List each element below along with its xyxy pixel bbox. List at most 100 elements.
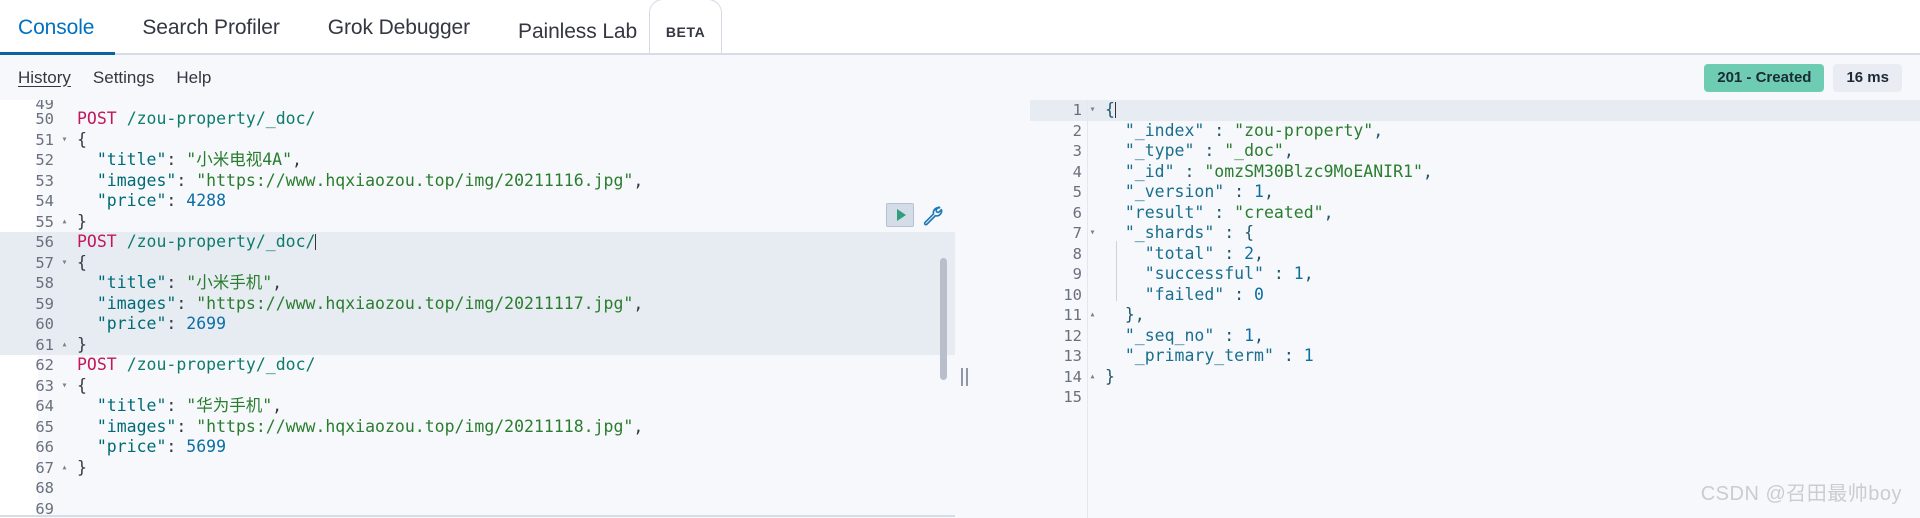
- request-line-text: POST /zou-property/_doc/: [77, 109, 316, 128]
- fold-toggle-icon[interactable]: ▾: [58, 376, 71, 397]
- request-line-number: 58: [35, 274, 54, 292]
- response-gutter-rule: [1087, 100, 1088, 518]
- request-line[interactable]: 53 "images": "https://www.hqxiaozou.top/…: [0, 171, 955, 192]
- fold-toggle-icon[interactable]: ▾: [58, 130, 71, 151]
- request-line[interactable]: 65 "images": "https://www.hqxiaozou.top/…: [0, 417, 955, 438]
- tab-search-profiler-label: Search Profiler: [142, 16, 280, 39]
- request-line[interactable]: 57 ▾ {: [0, 252, 955, 274]
- fold-toggle-icon[interactable]: ▴: [58, 212, 71, 233]
- response-line[interactable]: 14 ▴}: [1030, 367, 1920, 388]
- request-line[interactable]: 49: [0, 100, 955, 109]
- response-pane[interactable]: 1 ▾{2 "_index" : "zou-property", 3 "_type"…: [1030, 100, 1920, 518]
- response-line[interactable]: 5 "_version" : 1,: [1030, 182, 1920, 203]
- response-line[interactable]: 4 "_id" : "omzSM30Blzc9MoEANIR1",: [1030, 162, 1920, 183]
- request-line[interactable]: 61 ▴}: [0, 334, 955, 356]
- response-line-number: 11: [1063, 306, 1082, 324]
- request-line-number: 59: [35, 294, 54, 313]
- request-line-text: {: [77, 252, 87, 272]
- response-line[interactable]: 8 "total" : 2,: [1030, 244, 1920, 265]
- response-line[interactable]: 12 "_seq_no" : 1,: [1030, 326, 1920, 347]
- request-line-text: }: [77, 211, 87, 231]
- request-line[interactable]: 63 ▾ {: [0, 376, 955, 397]
- response-line-number: 3: [1072, 142, 1082, 160]
- tab-search-profiler[interactable]: Search Profiler: [118, 0, 303, 55]
- request-line[interactable]: 54 "price": 4288: [0, 191, 955, 212]
- request-line-text: "images": "https://www.hqxiaozou.top/img…: [96, 293, 644, 313]
- open-documentation-button[interactable]: [921, 204, 943, 226]
- response-line-text: },: [1124, 305, 1145, 324]
- editor-panes: 49 50 POST /zou-property/_doc/51 ▾{52 "titl…: [0, 100, 1920, 518]
- request-line[interactable]: 64 "title": "华为手机",: [0, 396, 955, 417]
- splitter-bar-right: [965, 368, 968, 386]
- toolbar-help[interactable]: Help: [176, 68, 211, 88]
- request-line[interactable]: 66 "price": 5699: [0, 437, 955, 458]
- response-line-number: 12: [1063, 326, 1082, 345]
- play-request-button[interactable]: [886, 203, 914, 227]
- response-line-text: "successful" : 1,: [1144, 264, 1314, 283]
- tab-console[interactable]: Console: [0, 0, 118, 55]
- response-line[interactable]: 3 "_type" : "_doc",: [1030, 141, 1920, 162]
- request-line-text: "images": "https://www.hqxiaozou.top/img…: [96, 416, 644, 436]
- response-line-text: "_version" : 1,: [1124, 182, 1274, 201]
- response-line-text: "total" : 2,: [1144, 243, 1264, 263]
- response-line[interactable]: 2 "_index" : "zou-property",: [1030, 121, 1920, 142]
- request-pane[interactable]: 49 50 POST /zou-property/_doc/51 ▾{52 "titl…: [0, 100, 955, 518]
- response-line-number: 7: [1072, 224, 1082, 242]
- request-line-number: 53: [35, 171, 54, 190]
- request-line-text: "title": "小米电视4A",: [96, 150, 302, 169]
- request-scrollbar-thumb[interactable]: [940, 258, 947, 380]
- request-line[interactable]: 60 "price": 2699: [0, 314, 955, 335]
- request-line[interactable]: 55 ▴}: [0, 212, 955, 233]
- response-line[interactable]: 10 "failed" : 0: [1030, 285, 1920, 306]
- toolbar-history[interactable]: History: [18, 68, 71, 88]
- fold-toggle-icon[interactable]: ▾: [58, 253, 71, 274]
- response-line[interactable]: 1 ▾{: [1030, 100, 1920, 121]
- request-line[interactable]: 62 POST /zou-property/_doc/: [0, 355, 955, 376]
- request-code-lines[interactable]: 49 50 POST /zou-property/_doc/51 ▾{52 "titl…: [0, 100, 955, 518]
- request-line[interactable]: 52 "title": "小米电视4A",: [0, 150, 955, 171]
- status-badge: 201 - Created: [1704, 63, 1825, 92]
- response-line[interactable]: 15: [1030, 387, 1920, 408]
- splitter-bar-left: [960, 368, 963, 386]
- request-line[interactable]: 58 "title": "小米手机",: [0, 273, 955, 294]
- response-line-text: }: [1105, 366, 1115, 386]
- request-line-number: 63: [35, 376, 54, 395]
- response-line[interactable]: 11 ▴ },: [1030, 305, 1920, 326]
- request-line[interactable]: 59 "images": "https://www.hqxiaozou.top/…: [0, 293, 955, 314]
- primary-tab-bar: Console Search Profiler Grok Debugger Pa…: [0, 0, 1920, 67]
- request-line-number: 61: [35, 335, 54, 354]
- tab-painless-lab[interactable]: Painless Lab BETA: [494, 0, 746, 67]
- request-line[interactable]: 50 POST /zou-property/_doc/: [0, 109, 955, 130]
- request-line-number: 54: [35, 192, 54, 210]
- request-line[interactable]: 56 POST /zou-property/_doc/: [0, 232, 955, 253]
- response-line[interactable]: 7 ▾ "_shards" : {: [1030, 223, 1920, 244]
- request-line-text: "title": "华为手机",: [96, 396, 283, 415]
- response-line[interactable]: 6 "result" : "created",: [1030, 203, 1920, 224]
- pane-splitter[interactable]: [958, 368, 970, 386]
- response-line-text: "_shards" : {: [1124, 223, 1255, 242]
- tab-grok-debugger[interactable]: Grok Debugger: [304, 0, 494, 55]
- request-line-number: 66: [35, 438, 54, 456]
- request-line-number: 56: [35, 233, 54, 251]
- request-line-text: }: [77, 457, 87, 477]
- response-line-number: 6: [1072, 203, 1082, 222]
- request-line-text: {: [77, 129, 87, 149]
- response-line[interactable]: 9 "successful" : 1,: [1030, 264, 1920, 285]
- toolbar-settings[interactable]: Settings: [93, 68, 154, 88]
- response-line-number: 4: [1072, 162, 1082, 181]
- fold-toggle-icon[interactable]: ▴: [58, 458, 71, 479]
- tab-painless-lab-label: Painless Lab: [518, 20, 638, 43]
- response-line[interactable]: 13 "_primary_term" : 1: [1030, 346, 1920, 367]
- response-line-number: 14: [1063, 367, 1082, 386]
- fold-toggle-icon[interactable]: ▴: [58, 335, 71, 356]
- response-indent-guide: [1116, 241, 1117, 301]
- request-line[interactable]: 51 ▾ {: [0, 130, 955, 151]
- request-line-number: 60: [35, 315, 54, 333]
- response-line-text: "failed" : 0: [1144, 284, 1264, 304]
- tab-console-label: Console: [18, 16, 95, 39]
- response-line-text: "_primary_term" : 1: [1124, 346, 1314, 365]
- response-status-group: 201 - Created 16 ms: [1704, 63, 1902, 92]
- request-line-text: "price": 2699: [96, 314, 227, 333]
- request-line[interactable]: 68: [0, 478, 955, 499]
- request-line[interactable]: 67 ▴}: [0, 458, 955, 479]
